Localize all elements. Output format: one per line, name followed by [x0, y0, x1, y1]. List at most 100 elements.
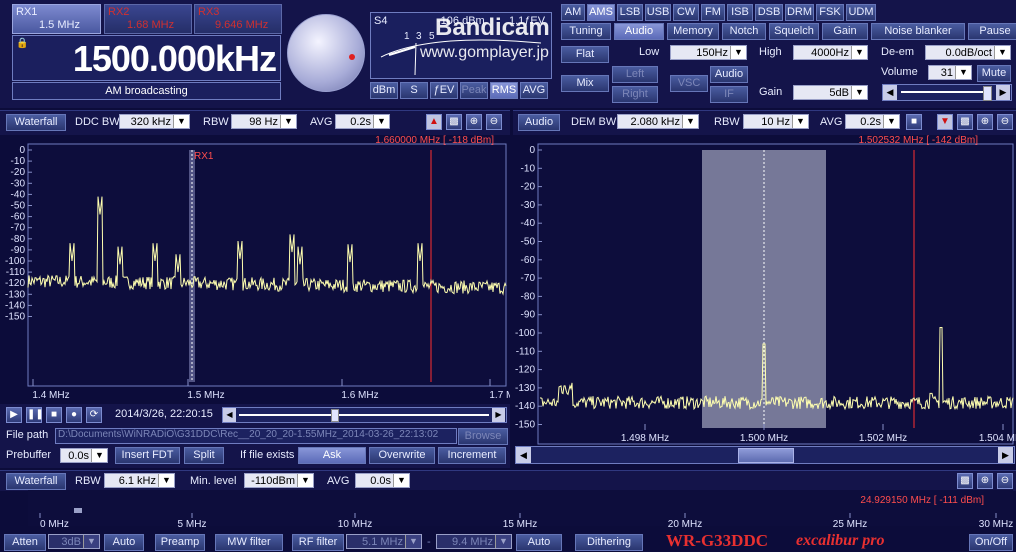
- mode-button-usb[interactable]: USB: [645, 4, 671, 21]
- marker-icon[interactable]: ▼: [937, 114, 953, 130]
- mode-button-ams[interactable]: AMS: [587, 4, 615, 21]
- rf-auto-button[interactable]: Auto: [516, 534, 562, 551]
- seek-thumb[interactable]: [331, 409, 339, 422]
- wideband-avg-select[interactable]: 0.0s ▼: [355, 473, 410, 488]
- left-avg-select[interactable]: 0.2s ▼: [335, 114, 390, 129]
- slider-thumb[interactable]: [983, 86, 992, 101]
- mix-button[interactable]: Mix: [561, 75, 609, 92]
- mw-filter-button[interactable]: MW filter: [215, 534, 283, 551]
- right-rbw-select[interactable]: 10 Hz ▼: [743, 114, 809, 129]
- smeter-s-button[interactable]: S: [400, 82, 428, 99]
- ask-button[interactable]: Ask: [298, 447, 366, 464]
- volume-slider[interactable]: ◀ ▶: [882, 84, 1012, 101]
- atten-button[interactable]: Atten: [4, 534, 46, 551]
- tab-memory[interactable]: Memory: [667, 23, 719, 40]
- seek-right-arrow[interactable]: ▶: [492, 408, 505, 422]
- tab-notch[interactable]: Notch: [722, 23, 766, 40]
- increment-button[interactable]: Increment: [438, 447, 506, 464]
- zoom-out-icon[interactable]: ⊖: [997, 473, 1013, 489]
- rf-high-select[interactable]: 9.4 MHz ▼: [436, 534, 512, 549]
- loop-icon[interactable]: ⟳: [86, 407, 102, 423]
- dem-bw-select[interactable]: 2.080 kHz ▼: [617, 114, 699, 129]
- rx2-tab[interactable]: RX2 1.68 MHz: [104, 4, 192, 34]
- rx1-tab[interactable]: RX1 1.5 MHz: [12, 4, 101, 34]
- right-audio-button[interactable]: Audio: [518, 114, 560, 131]
- volume-select[interactable]: 31 ▼: [928, 65, 972, 80]
- lock-icon[interactable]: ■: [906, 114, 922, 130]
- slider-right-arrow[interactable]: ▶: [996, 85, 1010, 100]
- right-avg-select[interactable]: 0.2s ▼: [845, 114, 900, 129]
- left-button[interactable]: Left: [612, 66, 658, 83]
- file-path-field[interactable]: D:\Documents\WiNRADiO\G31DDC\Rec__20_20_…: [55, 428, 457, 444]
- ddc-bw-select[interactable]: 320 kHz ▼: [119, 114, 190, 129]
- zoom-out-icon[interactable]: ⊖: [997, 114, 1013, 130]
- rf-low-select[interactable]: 5.1 MHz ▼: [346, 534, 422, 549]
- tab-noise-blanker[interactable]: Noise blanker: [871, 23, 965, 40]
- left-spectrum-plot[interactable]: 0-10-20-30-40-50-60-70-80-90-100-110-120…: [0, 134, 510, 404]
- onoff-button[interactable]: On/Off: [969, 534, 1013, 551]
- mode-button-fsk[interactable]: FSK: [816, 4, 844, 21]
- atten-auto-button[interactable]: Auto: [104, 534, 144, 551]
- mode-button-dsb[interactable]: DSB: [755, 4, 783, 21]
- stop-icon[interactable]: ■: [46, 407, 62, 423]
- save-icon[interactable]: ▩: [957, 473, 973, 489]
- smeter-fev-button[interactable]: ƒEV: [430, 82, 458, 99]
- dithering-button[interactable]: Dithering: [575, 534, 643, 551]
- browse-button[interactable]: Browse: [458, 428, 508, 445]
- mode-button-lsb[interactable]: LSB: [617, 4, 643, 21]
- mode-button-cw[interactable]: CW: [673, 4, 699, 21]
- scroll-thumb[interactable]: [738, 448, 794, 463]
- tab-squelch[interactable]: Squelch: [769, 23, 819, 40]
- high-select[interactable]: 4000Hz ▼: [793, 45, 868, 60]
- atten-select[interactable]: 3dB ▼: [48, 534, 100, 549]
- prebuffer-select[interactable]: 0.0s ▼: [60, 448, 108, 463]
- gain-select[interactable]: 5dB ▼: [793, 85, 868, 100]
- deem-select[interactable]: 0.0dB/oct ▼: [925, 45, 1011, 60]
- frequency-display[interactable]: 🔒 1500.000kHz: [12, 35, 281, 81]
- right-button[interactable]: Right: [612, 86, 658, 103]
- zoom-in-icon[interactable]: ⊕: [977, 473, 993, 489]
- save-icon[interactable]: ▩: [446, 114, 462, 130]
- preamp-button[interactable]: Preamp: [155, 534, 205, 551]
- smeter-peak-button[interactable]: Peak: [460, 82, 488, 99]
- mode-button-isb[interactable]: ISB: [727, 4, 753, 21]
- mode-button-udm[interactable]: UDM: [846, 4, 876, 21]
- warning-icon[interactable]: ▲: [426, 114, 442, 130]
- if-output-button[interactable]: IF: [710, 86, 748, 103]
- overwrite-button[interactable]: Overwrite: [369, 447, 435, 464]
- recorder-seek-bar[interactable]: ◀ ▶: [222, 407, 507, 423]
- rx3-tab[interactable]: RX3 9.646 MHz: [194, 4, 282, 34]
- smeter-avg-button[interactable]: AVG: [520, 82, 548, 99]
- low-select[interactable]: 150Hz ▼: [670, 45, 747, 60]
- left-waterfall-button[interactable]: Waterfall: [6, 114, 66, 131]
- zoom-in-icon[interactable]: ⊕: [977, 114, 993, 130]
- scroll-left-arrow[interactable]: ◀: [516, 447, 531, 463]
- save-icon[interactable]: ▩: [957, 114, 973, 130]
- smeter-dbm-button[interactable]: dBm: [370, 82, 398, 99]
- tuning-knob[interactable]: [287, 14, 365, 92]
- audio-output-button[interactable]: Audio: [710, 66, 748, 83]
- wideband-plot[interactable]: 24.929150 MHz [ -111 dBm] 0 MHz 5 MHz 10 MH…: [0, 490, 1016, 532]
- left-rbw-select[interactable]: 98 Hz ▼: [231, 114, 297, 129]
- mode-button-am[interactable]: AM: [561, 4, 585, 21]
- right-scrollbar[interactable]: ◀ ▶: [515, 446, 1015, 464]
- zoom-in-icon[interactable]: ⊕: [466, 114, 482, 130]
- mode-button-drm[interactable]: DRM: [785, 4, 814, 21]
- wideband-waterfall-button[interactable]: Waterfall: [6, 473, 66, 490]
- tab-gain[interactable]: Gain: [822, 23, 868, 40]
- right-spectrum-plot[interactable]: 0 -10 -20 -30 -40 -50 -60 -70 -80 -90 -100 -110 -120…: [513, 134, 1016, 446]
- rf-filter-button[interactable]: RF filter: [292, 534, 344, 551]
- insert-fdt-button[interactable]: Insert FDT: [115, 447, 180, 464]
- record-icon[interactable]: ●: [66, 407, 82, 423]
- flat-button[interactable]: Flat: [561, 46, 609, 63]
- lock-icon[interactable]: 🔒: [16, 39, 28, 49]
- mute-button[interactable]: Mute: [977, 65, 1011, 82]
- smeter-rms-button[interactable]: RMS: [490, 82, 518, 99]
- tab-tuning[interactable]: Tuning: [561, 23, 611, 40]
- mode-button-fm[interactable]: FM: [701, 4, 725, 21]
- split-button[interactable]: Split: [184, 447, 224, 464]
- zoom-out-icon[interactable]: ⊖: [486, 114, 502, 130]
- tab-pause[interactable]: Pause: [968, 23, 1016, 40]
- vsc-button[interactable]: VSC: [670, 75, 708, 92]
- slider-left-arrow[interactable]: ◀: [883, 85, 897, 100]
